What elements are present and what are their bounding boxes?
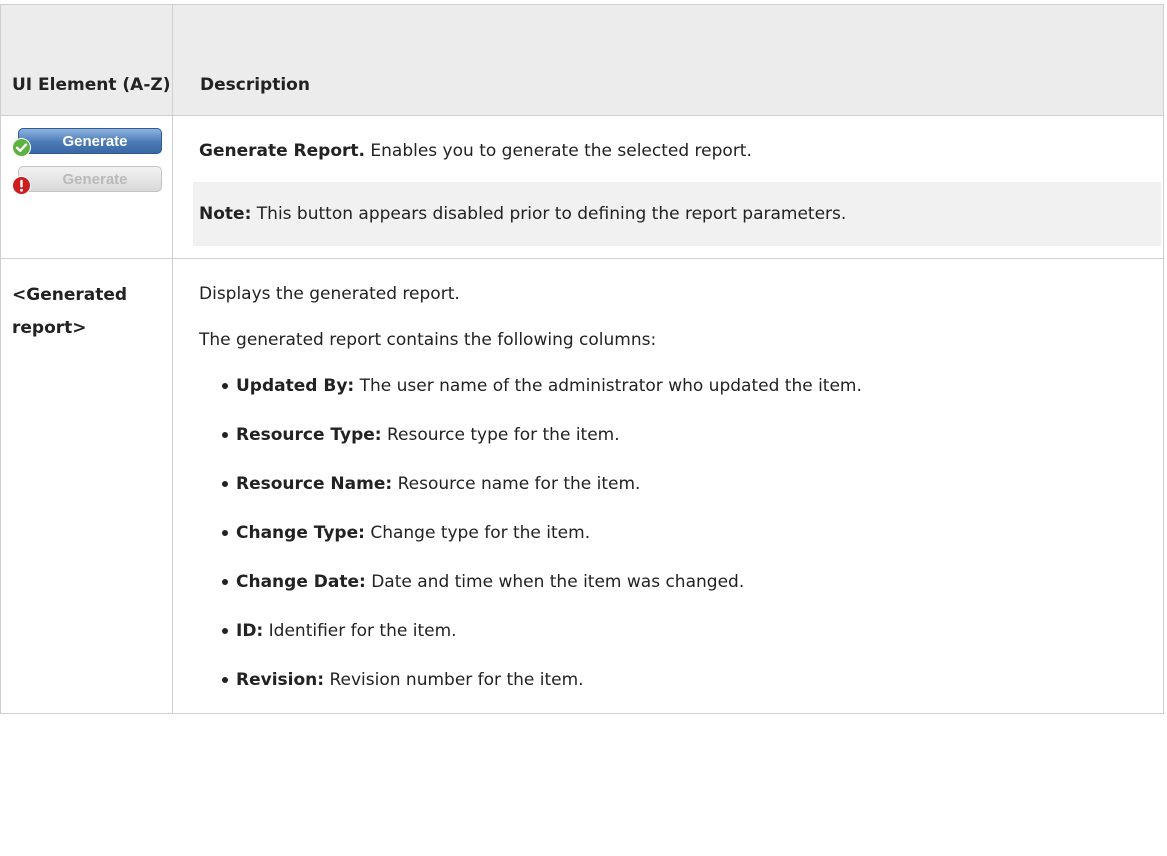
note-text: This button appears disabled prior to de… [251,204,847,224]
generate-button-label: Generate [18,166,162,192]
header-ui-element: UI Element (A-Z) [0,4,173,116]
check-icon [12,138,31,157]
column-term: Resource Name: [236,474,393,494]
element-label-generated-report: <Generated report> [12,285,128,338]
bullet-icon [222,628,228,634]
column-text: Change type for the item. [364,523,591,543]
list-item: Resource Name: Resource name for the ite… [222,468,1159,500]
table-row: <Generated report> Displays the generate… [0,258,1164,714]
generate-description: Generate Report. Enables you to generate… [199,135,1159,167]
note-box: Note: This button appears disabled prior… [193,182,1161,246]
bullet-icon [222,481,228,487]
note-label: Note: [199,204,252,224]
column-term: Updated By: [236,376,355,396]
bullet-icon [222,579,228,585]
exclamation-icon [12,176,31,195]
header-description: Description [172,4,1164,116]
bullet-icon [222,530,228,536]
generate-button-label: Generate [18,128,162,154]
column-text: Date and time when the item was changed. [365,572,745,592]
report-columns-list: Updated By: The user name of the adminis… [199,370,1159,696]
generate-button-disabled-sample: Generate [12,166,164,196]
table-row: Generate Generate Generate Report. Enabl… [0,115,1164,259]
list-item: Resource Type: Resource type for the ite… [222,419,1159,451]
column-term: ID: [236,621,264,641]
ui-elements-table: UI Element (A-Z) Description Generate Ge… [0,4,1164,714]
list-item: Revision: Revision number for the item. [222,664,1159,696]
list-item: Updated By: The user name of the adminis… [222,370,1159,402]
description-cell-generated-report: Displays the generated report. The gener… [172,258,1164,714]
column-text: Identifier for the item. [263,621,457,641]
element-cell-generate: Generate Generate [0,115,173,259]
column-text: Resource type for the item. [381,425,620,445]
column-text: Revision number for the item. [324,670,584,690]
generate-text: Enables you to generate the selected rep… [364,141,752,161]
column-term: Resource Type: [236,425,382,445]
table-header-row: UI Element (A-Z) Description [0,4,1164,116]
column-term: Change Date: [236,572,366,592]
generated-report-intro: Displays the generated report. [199,284,460,304]
column-text: The user name of the administrator who u… [354,376,862,396]
bullet-icon [222,432,228,438]
column-text: Resource name for the item. [392,474,641,494]
bullet-icon [222,383,228,389]
bullet-icon [222,677,228,683]
list-item: Change Type: Change type for the item. [222,517,1159,549]
generated-report-columns-intro: The generated report contains the follow… [199,330,657,350]
list-item: Change Date: Date and time when the item… [222,566,1159,598]
element-cell-generated-report: <Generated report> [0,258,173,714]
description-cell-generate: Generate Report. Enables you to generate… [172,115,1164,259]
generate-button-enabled-sample: Generate [12,128,164,158]
list-item: ID: Identifier for the item. [222,615,1159,647]
generate-title: Generate Report. [199,141,365,161]
column-term: Change Type: [236,523,365,543]
column-term: Revision: [236,670,325,690]
